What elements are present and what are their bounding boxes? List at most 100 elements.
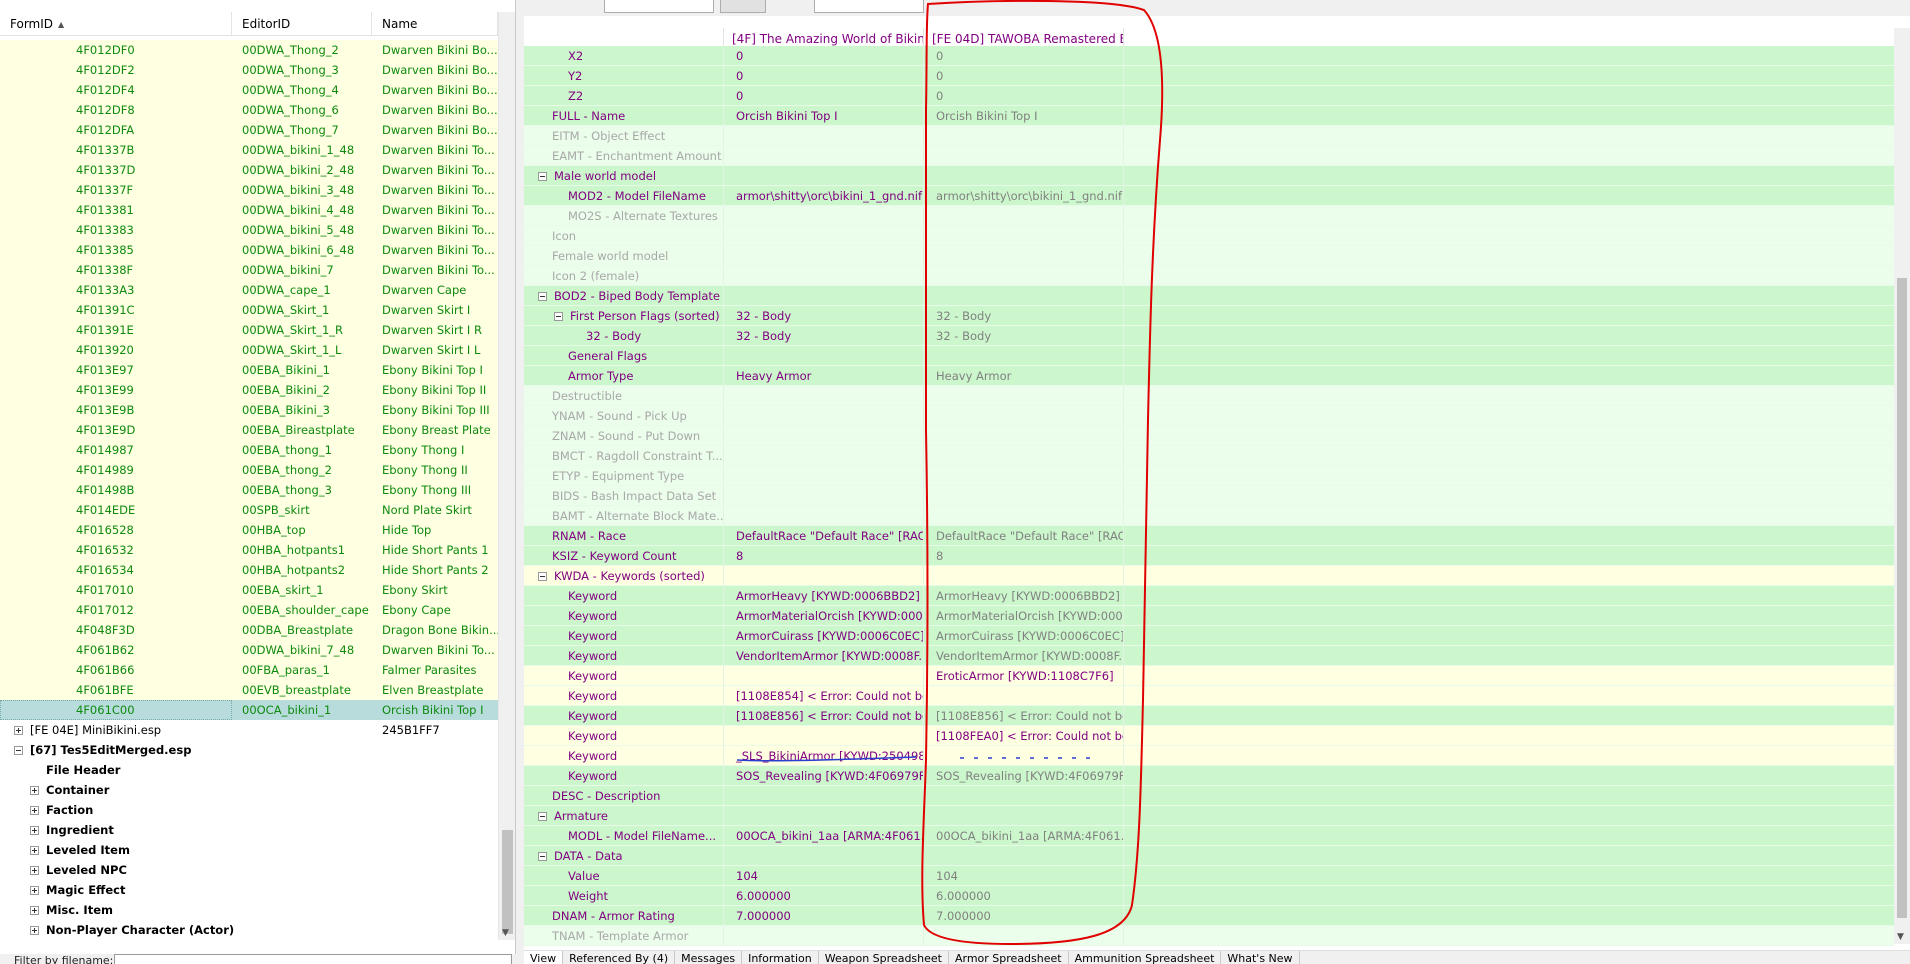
tree-node[interactable]: Misc. Item	[0, 900, 498, 920]
field-row[interactable]: Armature	[524, 806, 1894, 826]
record-row[interactable]: 4F013920 00DWA_Skirt_1_L Dwarven Skirt I L	[0, 340, 498, 360]
record-row[interactable]: 4F013383 00DWA_bikini_5_48 Dwarven Bikini …	[0, 220, 498, 240]
record-row[interactable]: 4F016528 00HBA_top Hide Top	[0, 520, 498, 540]
expand-icon[interactable]	[30, 906, 39, 915]
scroll-down-icon[interactable]: ▼	[1897, 932, 1904, 942]
toolbar-button[interactable]	[720, 0, 766, 13]
field-row[interactable]: Keyword ArmorHeavy [KYWD:0006BBD2] ArmorHe…	[524, 586, 1894, 606]
field-row[interactable]: Keyword VendorItemArmor [KYWD:0008F... Ven…	[524, 646, 1894, 666]
field-row[interactable]: Z2 0 0	[524, 86, 1894, 106]
record-row[interactable]: 4F01337B 00DWA_bikini_1_48 Dwarven Bikini …	[0, 140, 498, 160]
field-row[interactable]: Keyword [1108FEA0] < Error: Could not be.…	[524, 726, 1894, 746]
field-row[interactable]: Y2 0 0	[524, 66, 1894, 86]
field-row[interactable]: BMCT - Ragdoll Constraint T...	[524, 446, 1894, 466]
field-row[interactable]: YNAM - Sound - Pick Up	[524, 406, 1894, 426]
tab-referenced-by-4[interactable]: Referenced By (4)	[563, 951, 676, 964]
field-row[interactable]: General Flags	[524, 346, 1894, 366]
record-row[interactable]: 4F0133A3 00DWA_cape_1 Dwarven Cape	[0, 280, 498, 300]
tree-node[interactable]: Container	[0, 780, 498, 800]
collapse-icon[interactable]	[554, 312, 563, 321]
field-row[interactable]: DATA - Data	[524, 846, 1894, 866]
tab-ammunition-spreadsheet[interactable]: Ammunition Spreadsheet	[1069, 951, 1222, 964]
field-row[interactable]: MODL - Model FileName... 00OCA_bikini_1aa…	[524, 826, 1894, 846]
record-row[interactable]: 4F017012 00EBA_shoulder_cape Ebony Cape	[0, 600, 498, 620]
field-row[interactable]: ETYP - Equipment Type	[524, 466, 1894, 486]
expand-icon[interactable]	[30, 786, 39, 795]
toolbar-field[interactable]	[604, 0, 714, 13]
field-row[interactable]: Armor Type Heavy Armor Heavy Armor	[524, 366, 1894, 386]
collapse-icon[interactable]	[538, 572, 547, 581]
record-row[interactable]: 4F012DFA 00DWA_Thong_7 Dwarven Bikini Bo..…	[0, 120, 498, 140]
record-row[interactable]: 4F01498B 00EBA_thong_3 Ebony Thong III	[0, 480, 498, 500]
tab-view[interactable]: View	[524, 951, 564, 964]
record-row[interactable]: 4F061B66 00FBA_paras_1 Falmer Parasites	[0, 660, 498, 680]
collapse-icon[interactable]	[538, 812, 547, 821]
field-row[interactable]: DESC - Description	[524, 786, 1894, 806]
field-row[interactable]: DNAM - Armor Rating 7.000000 7.000000	[524, 906, 1894, 926]
tree-node[interactable]: [67] Tes5EditMerged.esp	[0, 740, 498, 760]
record-row[interactable]: 4F01338F 00DWA_bikini_7 Dwarven Bikini To.…	[0, 260, 498, 280]
record-row[interactable]: 4F013E99 00EBA_Bikini_2 Ebony Bikini Top I…	[0, 380, 498, 400]
field-row[interactable]: ZNAM - Sound - Put Down	[524, 426, 1894, 446]
field-row[interactable]: EITM - Object Effect	[524, 126, 1894, 146]
field-row[interactable]: Keyword EroticArmor [KYWD:1108C7F6]	[524, 666, 1894, 686]
tree-node[interactable]: Leveled NPC	[0, 860, 498, 880]
scroll-down-icon[interactable]: ▼	[502, 928, 509, 938]
scrollbar-thumb[interactable]	[1897, 278, 1907, 918]
expand-icon[interactable]	[30, 926, 39, 935]
tree-node[interactable]: Ingredient	[0, 820, 498, 840]
field-row[interactable]: KWDA - Keywords (sorted)	[524, 566, 1894, 586]
column-header-formid[interactable]: FormID ▲	[0, 12, 232, 36]
collapse-icon[interactable]	[538, 852, 547, 861]
expand-icon[interactable]	[30, 806, 39, 815]
field-row[interactable]: Icon 2 (female)	[524, 266, 1894, 286]
tab-messages[interactable]: Messages	[675, 951, 743, 964]
field-row[interactable]: Keyword ArmorMaterialOrcish [KYWD:000... A…	[524, 606, 1894, 626]
field-row[interactable]: Female world model	[524, 246, 1894, 266]
record-row[interactable]: 4F061B62 00DWA_bikini_7_48 Dwarven Bikini …	[0, 640, 498, 660]
expand-icon[interactable]	[30, 826, 39, 835]
record-row[interactable]: 4F016532 00HBA_hotpants1 Hide Short Pants …	[0, 540, 498, 560]
expand-icon[interactable]	[30, 846, 39, 855]
field-row[interactable]: Keyword ArmorCuirass [KYWD:0006C0EC] Armor…	[524, 626, 1894, 646]
record-row[interactable]: 4F014987 00EBA_thong_1 Ebony Thong I	[0, 440, 498, 460]
field-row[interactable]: FULL - Name Orcish Bikini Top I Orcish Bik…	[524, 106, 1894, 126]
tree-node[interactable]: Non-Player Character (Actor)	[0, 920, 498, 940]
field-row[interactable]: EAMT - Enchantment Amount	[524, 146, 1894, 166]
field-row[interactable]: Keyword _SLS_BikiniArmor [KYWD:250498...	[524, 746, 1894, 766]
record-row[interactable]: 4F061C00 00OCA_bikini_1 Orcish Bikini Top …	[0, 700, 498, 720]
record-row[interactable]: 4F012DF4 00DWA_Thong_4 Dwarven Bikini Bo..…	[0, 80, 498, 100]
tree-node[interactable]: Faction	[0, 800, 498, 820]
column-header-name[interactable]: Name	[372, 12, 498, 36]
tree-node[interactable]: [FE 04E] MiniBikini.esp 245B1FF7	[0, 720, 498, 740]
record-view-scrollbar[interactable]: ▼	[1894, 28, 1910, 944]
expand-icon[interactable]	[30, 886, 39, 895]
record-row[interactable]: 4F01391E 00DWA_Skirt_1_R Dwarven Skirt I R	[0, 320, 498, 340]
tab-what-s-new[interactable]: What's New	[1221, 951, 1300, 964]
record-row[interactable]: 4F01337D 00DWA_bikini_2_48 Dwarven Bikini …	[0, 160, 498, 180]
field-row[interactable]: X2 0 0	[524, 46, 1894, 66]
collapse-icon[interactable]	[538, 172, 547, 181]
field-row[interactable]: KSIZ - Keyword Count 8 8	[524, 546, 1894, 566]
record-row[interactable]: 4F061BFE 00EVB_breastplate Elven Breastpla…	[0, 680, 498, 700]
field-row[interactable]: BAMT - Alternate Block Mate...	[524, 506, 1894, 526]
field-row[interactable]: 32 - Body 32 - Body 32 - Body	[524, 326, 1894, 346]
record-row[interactable]: 4F013385 00DWA_bikini_6_48 Dwarven Bikini …	[0, 240, 498, 260]
tab-armor-spreadsheet[interactable]: Armor Spreadsheet	[949, 951, 1069, 964]
field-row[interactable]: MOD2 - Model FileName armor\shitty\orc\bi…	[524, 186, 1894, 206]
record-row[interactable]: 4F013E9B 00EBA_Bikini_3 Ebony Bikini Top I…	[0, 400, 498, 420]
expand-icon[interactable]	[30, 866, 39, 875]
record-row[interactable]: 4F012DF2 00DWA_Thong_3 Dwarven Bikini Bo..…	[0, 60, 498, 80]
field-row[interactable]: Keyword [1108E856] < Error: Could not be …	[524, 706, 1894, 726]
record-row[interactable]: 4F012DF0 00DWA_Thong_2 Dwarven Bikini Bo..…	[0, 40, 498, 60]
record-row[interactable]: 4F016534 00HBA_hotpants2 Hide Short Pants …	[0, 560, 498, 580]
record-row[interactable]: 4F014EDE 00SPB_skirt Nord Plate Skirt	[0, 500, 498, 520]
record-row[interactable]: 4F01337F 00DWA_bikini_3_48 Dwarven Bikini …	[0, 180, 498, 200]
column-header-editorid[interactable]: EditorID	[232, 12, 372, 36]
record-row[interactable]: 4F01391C 00DWA_Skirt_1 Dwarven Skirt I	[0, 300, 498, 320]
tab-information[interactable]: Information	[742, 951, 819, 964]
record-row[interactable]: 4F013381 00DWA_bikini_4_48 Dwarven Bikini …	[0, 200, 498, 220]
tree-node[interactable]: File Header	[0, 760, 498, 780]
record-row[interactable]: 4F017010 00EBA_skirt_1 Ebony Skirt	[0, 580, 498, 600]
field-row[interactable]: MO2S - Alternate Textures	[524, 206, 1894, 226]
